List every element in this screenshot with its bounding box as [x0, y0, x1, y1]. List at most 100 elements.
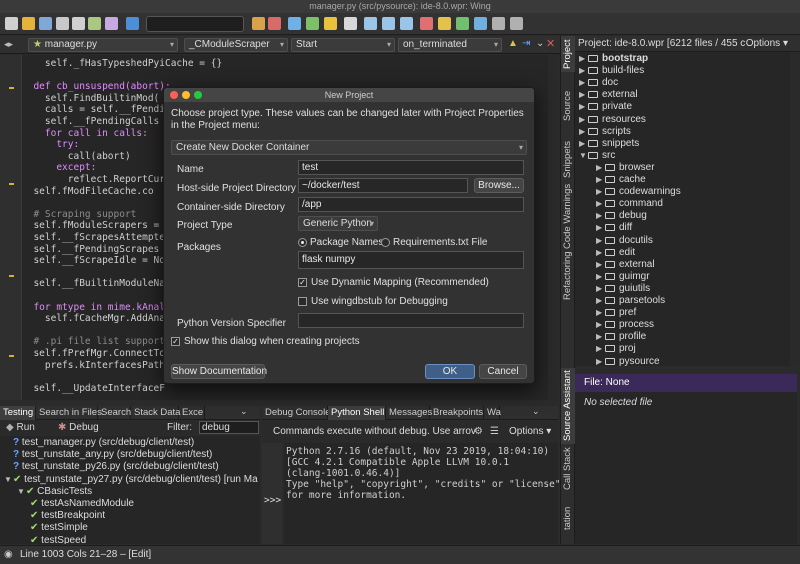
python-version-field[interactable]	[298, 313, 524, 328]
tree-item[interactable]: ▶ private	[579, 101, 632, 113]
tree-item[interactable]: ▶ bootstrap	[579, 53, 648, 65]
chevron-right-icon[interactable]: ▶	[579, 138, 588, 150]
dynamic-mapping-checkbox[interactable]: ✓	[298, 278, 307, 287]
tree-item[interactable]: ▶ browser	[596, 162, 655, 174]
tab-messages[interactable]: Messages	[386, 406, 432, 420]
debug-icon[interactable]	[268, 17, 281, 30]
test-row[interactable]: ✔ testSimple	[30, 522, 88, 534]
chevron-right-icon[interactable]: ▶	[579, 53, 588, 65]
zoom-window-icon[interactable]	[194, 91, 202, 99]
chevron-right-icon[interactable]: ▶	[596, 210, 605, 222]
tree-item[interactable]: ▶ guiutils	[596, 283, 650, 295]
chevron-right-icon[interactable]: ▶	[596, 162, 605, 174]
zoom-icon[interactable]	[474, 17, 487, 30]
copy-icon[interactable]	[72, 17, 85, 30]
check-icon[interactable]	[456, 17, 469, 30]
tab-testing[interactable]: Testing	[0, 406, 36, 420]
chevron-right-icon[interactable]: ▶	[579, 65, 588, 77]
settings-icon[interactable]	[492, 17, 505, 30]
step-into-icon[interactable]	[364, 17, 377, 30]
step-out-icon[interactable]	[400, 17, 413, 30]
find-icon[interactable]	[126, 17, 139, 30]
chevron-right-icon[interactable]: ▶	[596, 295, 605, 307]
tree-item[interactable]: ▶ edit	[596, 247, 635, 259]
tab-breakpoints[interactable]: Breakpoints	[430, 406, 484, 420]
tree-item[interactable]: ▶ guimgr	[596, 271, 650, 283]
wingdbstub-checkbox[interactable]	[298, 297, 307, 306]
test-row[interactable]: ▼✔ test_runstate_py27.py (src/debug/clie…	[4, 474, 258, 486]
tree-item[interactable]: ▶ build-files	[579, 65, 644, 77]
comment-icon[interactable]	[105, 17, 118, 30]
chevron-right-icon[interactable]: ▶	[596, 283, 605, 295]
tree-item[interactable]: ▶ cache	[596, 174, 646, 186]
chevron-right-icon[interactable]: ▶	[596, 307, 605, 319]
run-tests-button[interactable]: ◆ Run	[6, 421, 35, 435]
chevron-right-icon[interactable]: ▶	[596, 222, 605, 234]
chevron-down-icon[interactable]: ⌄	[532, 406, 540, 417]
minimize-window-icon[interactable]	[182, 91, 190, 99]
python-shell-icon[interactable]	[288, 17, 301, 30]
tree-item[interactable]: ▶ doc	[579, 77, 618, 89]
chevron-down-icon[interactable]: ⌄	[536, 38, 544, 49]
step-over-icon[interactable]	[382, 17, 395, 30]
name-field[interactable]: test	[298, 160, 524, 175]
tree-item[interactable]: ▶ resources	[579, 114, 646, 126]
show-dialog-checkbox[interactable]: ✓	[171, 337, 180, 346]
tree-item[interactable]: ▶ diff	[596, 222, 632, 234]
python-shell-output[interactable]: Python 2.7.16 (default, Nov 23 2019, 18:…	[284, 443, 561, 544]
run-icon[interactable]	[306, 17, 319, 30]
chevron-right-icon[interactable]: ▶	[596, 259, 605, 271]
indent-guide-icon[interactable]: ⇥	[522, 38, 530, 49]
tab-source-assistant[interactable]: Source Assistant	[561, 368, 575, 444]
save-icon[interactable]	[39, 17, 52, 30]
tree-item[interactable]: ▶ parsetools	[596, 295, 665, 307]
chevron-right-icon[interactable]: ▶	[596, 174, 605, 186]
help-icon[interactable]	[510, 17, 523, 30]
function-scope-select[interactable]: on_terminated ▾	[398, 38, 502, 52]
editor-scrollbar[interactable]	[548, 55, 558, 400]
chevron-right-icon[interactable]: ▶	[596, 247, 605, 259]
tab-refactoring[interactable]: Refactoring	[561, 251, 575, 300]
tab-watch[interactable]: Wa	[484, 406, 501, 420]
chevron-right-icon[interactable]: ▶	[579, 89, 588, 101]
tab-exceptions[interactable]: Exce	[179, 406, 205, 420]
test-row[interactable]: ? test_runstate_any.py (src/debug/client…	[4, 449, 212, 461]
tab-call-stack[interactable]: Call Stack	[561, 445, 575, 493]
tree-item[interactable]: ▶ command	[596, 198, 663, 210]
tab-python-shell[interactable]: Python Shell	[328, 406, 386, 420]
test-row[interactable]: ✔ testSpeed	[30, 535, 86, 544]
method-scope-select[interactable]: Start ▾	[291, 38, 395, 52]
tab-code-warnings[interactable]: Code Warnings	[561, 181, 575, 251]
tab-source-browser[interactable]: Source Browser	[561, 73, 587, 139]
test-row[interactable]: ? test_runstate_py26.py (src/debug/clien…	[4, 461, 219, 473]
chevron-down-icon[interactable]: ▼	[17, 486, 26, 498]
tree-item[interactable]: ▼ src	[579, 150, 615, 162]
chevron-right-icon[interactable]: ▶	[596, 331, 605, 343]
cancel-button[interactable]: Cancel	[479, 364, 527, 379]
project-scrollbar[interactable]	[790, 52, 800, 366]
chevron-right-icon[interactable]: ▶	[596, 186, 605, 198]
requirements-radio[interactable]	[381, 238, 390, 247]
chevron-down-icon[interactable]: ▼	[579, 150, 588, 162]
debug-tests-button[interactable]: ✱ Debug	[58, 421, 99, 435]
tree-item[interactable]: ▶ proj	[596, 343, 636, 355]
cut-icon[interactable]	[56, 17, 69, 30]
class-scope-select[interactable]: _CModuleScraper ▾	[184, 38, 288, 52]
tree-item[interactable]: ▶ docutils	[596, 235, 653, 247]
chevron-down-icon[interactable]: ▼	[4, 474, 13, 486]
tab-project[interactable]: Project	[561, 36, 575, 72]
tree-item[interactable]: ▶ external	[596, 259, 655, 271]
host-dir-field[interactable]: ~/docker/test	[298, 178, 468, 193]
open-folder-icon[interactable]	[22, 17, 35, 30]
container-dir-field[interactable]: /app	[298, 197, 524, 212]
chevron-down-icon[interactable]: ⌄	[240, 406, 248, 417]
tree-item[interactable]: ▶ process	[596, 319, 654, 331]
tab-documentation[interactable]: tation	[561, 494, 575, 542]
test-row[interactable]: ✔ testAsNamedModule	[30, 498, 134, 510]
ok-button[interactable]: OK	[425, 364, 475, 379]
warning-icon[interactable]: ▲	[508, 38, 518, 49]
browse-button[interactable]: Browse...	[474, 178, 524, 193]
nav-arrows-icon[interactable]: ◂▸	[4, 39, 13, 50]
tree-item[interactable]: ▶ scripts	[579, 126, 631, 138]
shell-options-button[interactable]: Options ▾	[509, 421, 551, 443]
